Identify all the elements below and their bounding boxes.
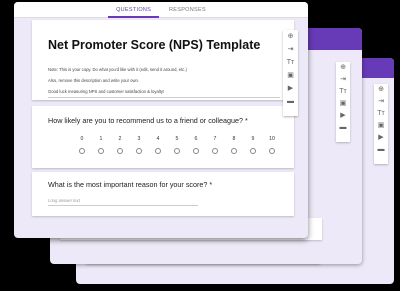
scale-label: 2	[118, 136, 122, 142]
video-icon: ▶	[340, 112, 346, 119]
section-icon: ▬	[377, 146, 385, 153]
image-icon: ▣	[377, 122, 385, 129]
form-editor-window: QUESTIONS RESPONSES Net Promoter Score (…	[14, 2, 308, 238]
scale-label: 6	[194, 136, 198, 142]
section-icon[interactable]: ▬	[283, 95, 298, 108]
question-card[interactable]: How likely are you to recommend us to a …	[32, 106, 294, 168]
tab-questions[interactable]: QUESTIONS	[108, 2, 160, 18]
tab-responses[interactable]: RESPONSES	[161, 2, 214, 16]
scale-radio[interactable]	[76, 148, 88, 156]
video-icon[interactable]: ▶	[283, 82, 298, 95]
form-description-line: Note: This is your copy. Do what you'd l…	[48, 67, 187, 72]
side-toolbar: ⊕ ⇥ Tт ▣ ▶ ▬	[336, 62, 350, 142]
form-title[interactable]: Net Promoter Score (NPS) Template	[48, 38, 260, 52]
scale-label: 9	[251, 136, 255, 142]
form-header-card[interactable]: Net Promoter Score (NPS) Template Note: …	[32, 20, 294, 100]
scale-label: 10	[269, 136, 275, 142]
add-icon: ⊕	[340, 64, 346, 71]
scale-label: 8	[232, 136, 236, 142]
import-icon: ⇥	[378, 98, 384, 105]
scale-radio[interactable]	[114, 148, 126, 156]
scale-radio[interactable]	[228, 148, 240, 156]
scale-label: 0	[80, 136, 84, 142]
scale-radio[interactable]	[209, 148, 221, 156]
image-icon: ▣	[339, 100, 347, 107]
video-icon: ▶	[378, 134, 384, 141]
scale-radio[interactable]	[152, 148, 164, 156]
scale-radio[interactable]	[266, 148, 278, 156]
scale-radio[interactable]	[247, 148, 259, 156]
tab-bar: QUESTIONS RESPONSES	[14, 2, 308, 18]
question-title: What is the most important reason for yo…	[48, 180, 213, 189]
section-icon: ▬	[339, 124, 347, 131]
scale-label: 1	[99, 136, 103, 142]
import-icon[interactable]: ⇥	[283, 43, 298, 56]
image-icon[interactable]: ▣	[283, 69, 298, 82]
side-toolbar: ⊕ ⇥ Tт ▣ ▶ ▬	[374, 84, 388, 164]
scale-radio[interactable]	[171, 148, 183, 156]
title-icon[interactable]: Tт	[283, 56, 298, 69]
scale-label: 7	[213, 136, 217, 142]
long-answer-field[interactable]: Long answer text	[48, 198, 198, 206]
scale-radio[interactable]	[133, 148, 145, 156]
title-icon: Tт	[339, 88, 347, 95]
scale-radio[interactable]	[95, 148, 107, 156]
question-card[interactable]: What is the most important reason for yo…	[32, 172, 294, 216]
side-toolbar: ⊕ ⇥ Tт ▣ ▶ ▬	[283, 30, 298, 116]
divider	[48, 97, 280, 98]
form-description-line: Good luck measuring NPS and customer sat…	[48, 89, 165, 94]
import-icon: ⇥	[340, 76, 346, 83]
add-icon: ⊕	[378, 86, 384, 93]
scale-label: 4	[156, 136, 160, 142]
question-title: How likely are you to recommend us to a …	[48, 116, 248, 125]
scale-label: 5	[175, 136, 179, 142]
title-icon: Tт	[377, 110, 385, 117]
add-icon[interactable]: ⊕	[283, 30, 298, 43]
form-description-line: Also, remove this description and write …	[48, 78, 140, 83]
scale-radio[interactable]	[190, 148, 202, 156]
scale-label: 3	[137, 136, 141, 142]
